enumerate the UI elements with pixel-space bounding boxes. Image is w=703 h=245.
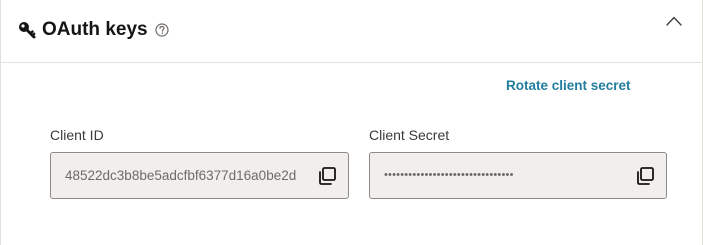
- section-title: OAuth keys: [42, 19, 148, 40]
- client-id-field: [50, 152, 349, 199]
- client-id-input[interactable]: [65, 153, 301, 198]
- chevron-up-icon[interactable]: [665, 14, 683, 28]
- client-id-label: Client ID: [50, 127, 104, 143]
- key-icon: [19, 22, 36, 39]
- help-icon[interactable]: [155, 23, 169, 37]
- copy-icon[interactable]: [635, 166, 655, 186]
- client-secret-field: [369, 152, 667, 199]
- copy-icon[interactable]: [317, 166, 337, 186]
- client-secret-input[interactable]: [384, 153, 620, 198]
- section-header[interactable]: OAuth keys: [1, 0, 702, 63]
- oauth-keys-panel: OAuth keys Rotate client secret Client I…: [0, 0, 703, 245]
- client-secret-label: Client Secret: [369, 127, 450, 143]
- rotate-client-secret-link[interactable]: Rotate client secret: [506, 78, 631, 94]
